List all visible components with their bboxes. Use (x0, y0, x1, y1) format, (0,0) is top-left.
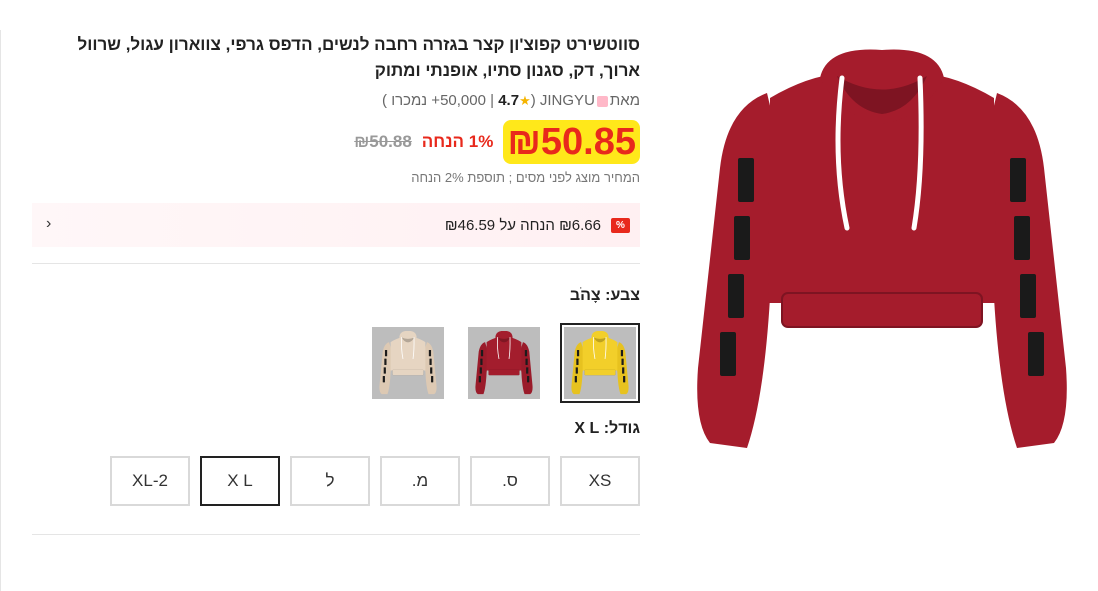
star-icon: ★ (519, 93, 531, 108)
size-option-l[interactable]: ל (290, 456, 370, 506)
discount-badge-icon: % (611, 217, 630, 233)
page-left-border (0, 30, 1, 591)
swatch-hoodie-yellow (571, 331, 629, 395)
chevron-left-icon[interactable]: ‹ (46, 215, 51, 233)
discount-percent: 1% הנחה (421, 132, 494, 151)
tax-note: המחיר מוצג לפני מסים ; תוספת 2% הנחה (411, 170, 640, 185)
swatch-thumbnail (564, 327, 636, 399)
color-swatch-beige[interactable] (368, 323, 448, 403)
swatch-thumbnail (372, 327, 444, 399)
color-swatch-red[interactable] (464, 323, 544, 403)
color-label: צבע: צָהֹב (569, 287, 640, 304)
sales-count: 50,000 (440, 92, 486, 109)
product-title: סווטשירט קפוצ'ון קצר בגזרה רחבה לנשים, ה… (77, 35, 640, 80)
by-label: מאת (609, 92, 640, 109)
size-option-s[interactable]: ס. (470, 456, 550, 506)
promo-text: ₪6.66 הנחה על ₪46.59 (444, 216, 601, 234)
swatch-hoodie-beige (379, 331, 437, 395)
sold-label: נמכרו ) (382, 92, 428, 109)
price-highlight: ₪50.85 (503, 120, 640, 164)
rating-value: 4.7 (498, 92, 520, 109)
shopping-bag-icon (596, 95, 608, 107)
size-options: XS ס. מ. ל X L XL-2 (32, 456, 640, 506)
size-option-xl[interactable]: X L (200, 456, 280, 506)
separator: | (490, 92, 495, 109)
size-option-xs[interactable]: XS (560, 456, 640, 506)
swatch-hoodie-red (475, 331, 533, 395)
waistband (781, 292, 983, 328)
promo-banner[interactable]: % ₪6.66 הנחה על ₪46.59 ‹ (32, 203, 640, 247)
hoodie-illustration (697, 49, 1067, 448)
size-label: גודל: X L (574, 420, 640, 437)
divider (32, 534, 640, 535)
original-price: ₪50.88 (354, 132, 412, 151)
price-row: ₪50.85 1% הנחה ₪50.88 (32, 119, 640, 165)
color-swatches (32, 323, 640, 403)
store-rating-line: מאת JINGYU (★ 50,000 | 4.7 + נמכרו ) (32, 91, 640, 111)
sales-open-paren: ( (530, 92, 536, 109)
divider (32, 263, 640, 264)
store-link[interactable]: JINGYU (540, 92, 595, 109)
size-option-2xl[interactable]: XL-2 (110, 456, 190, 506)
product-info-panel: סווטשירט קפוצ'ון קצר בגזרה רחבה לנשים, ה… (32, 32, 640, 535)
size-option-m[interactable]: מ. (380, 456, 460, 506)
sales-suffix: + (431, 92, 441, 109)
swatch-thumbnail (468, 327, 540, 399)
current-price: ₪50.85 (507, 121, 636, 163)
color-swatch-yellow[interactable] (560, 323, 640, 403)
product-image[interactable] (692, 48, 1072, 453)
